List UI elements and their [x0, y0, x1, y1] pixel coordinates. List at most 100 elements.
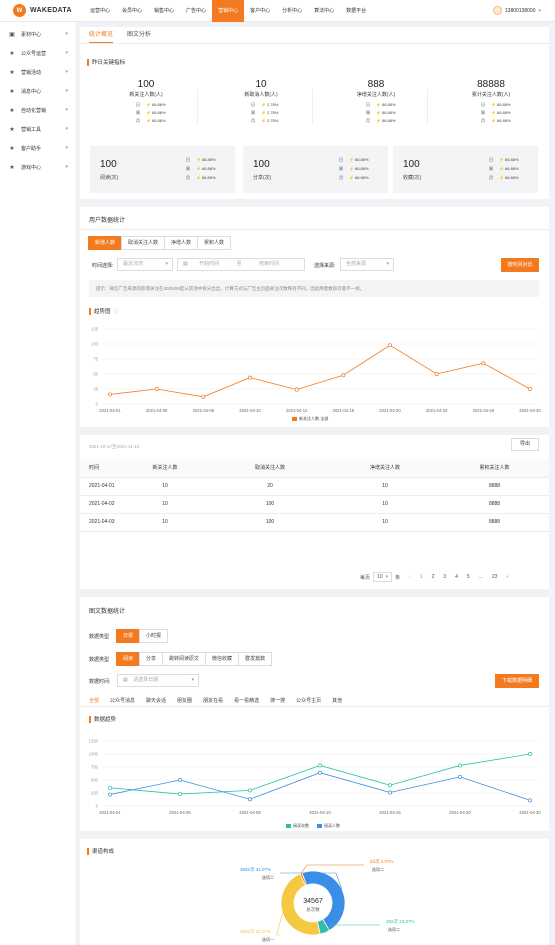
kpi-change-row: 日 ⚡ 66.88% — [366, 102, 396, 107]
tab-1[interactable]: 图文分析 — [127, 27, 151, 43]
source-label: 选择来源: — [314, 263, 336, 269]
nav-item-5[interactable]: 客户中心 — [244, 0, 276, 22]
sidebar-item-3[interactable]: ★ 消息中心 ▾ — [0, 82, 76, 101]
nav-item-0[interactable]: 运营中心 — [84, 0, 116, 22]
kpi-2: 888 净增关注人数(人) 日 ⚡ 66.88% 周 ⚡ 66.88% 月 ⚡ 66.88% — [326, 79, 426, 125]
export-button[interactable]: 导出 — [511, 438, 539, 451]
trend-arrow-icon: ⚡ — [376, 102, 381, 107]
table-cell: 10 — [120, 495, 210, 514]
chevron-down-icon: ▾ — [538, 7, 541, 14]
tab-bar: 统计概览 图文分析 — [80, 27, 549, 44]
data-point — [294, 387, 299, 392]
segment-option[interactable]: 微信收藏 — [205, 652, 240, 666]
star-icon: ★ — [9, 165, 15, 171]
x-tick-label: 2021-04-10 — [309, 810, 331, 815]
download-details-button[interactable]: 下载数据明细 — [495, 674, 539, 688]
avatar — [492, 6, 502, 15]
nav-item-7[interactable]: 算法中心 — [308, 0, 340, 22]
y-tick-label: 750 — [91, 765, 99, 770]
folder-icon: ▣ — [9, 32, 15, 38]
segment-option[interactable]: 跳转阅读原文 — [162, 652, 207, 666]
sidebar-item-0[interactable]: ▣ 素材中心 ▾ — [0, 25, 76, 44]
kpi-0: 100 新关注人数(人) 日 ⚡ 66.88% 周 ⚡ 66.88% 月 ⚡ 66.88% — [96, 79, 196, 125]
page-number[interactable]: 23 — [492, 574, 498, 580]
nav-item-1[interactable]: 会员中心 — [116, 0, 148, 22]
sidebar-item-4[interactable]: ★ 自动化营销 ▾ — [0, 101, 76, 120]
sidebar-item-7[interactable]: ★ 游戏中心 ▾ — [0, 158, 76, 177]
kpi-value: 888 — [367, 79, 385, 90]
x-tick-label: 2021-04-23 — [426, 408, 448, 413]
trend-arrow-icon: ⚡ — [196, 175, 201, 180]
page-number[interactable]: 1 — [420, 574, 423, 580]
segment-option[interactable]: 日报 — [116, 629, 141, 643]
table-cell: 10 — [120, 477, 210, 496]
x-tick-label: 2021-04-01 — [99, 810, 121, 815]
sidebar-item-1[interactable]: ★ 公众号运营 ▾ — [0, 44, 76, 63]
chevron-down-icon: ▾ — [65, 145, 68, 151]
trend-arrow-icon: ⚡ — [499, 157, 504, 162]
data-time-label: 数据时间: — [89, 679, 111, 685]
next-page-icon[interactable]: › — [506, 574, 508, 580]
segment-option[interactable]: 取消关注人数 — [121, 236, 166, 250]
sidebar-item-2[interactable]: ★ 营销活动 ▾ — [0, 63, 76, 82]
page-number[interactable]: 5 — [467, 574, 470, 580]
date-range-picker[interactable]: ▤ 开始时间 至 结束时间 — [177, 258, 305, 271]
table-cell: 2021-04-03 — [80, 513, 120, 532]
page-size-select[interactable]: 10 ▾ — [373, 572, 393, 582]
trend-arrow-icon: ⚡ — [196, 157, 201, 162]
segment-option[interactable]: 群发篇数 — [238, 652, 273, 666]
user-menu[interactable]: 13800138000 ▾ — [492, 6, 541, 15]
nav-item-3[interactable]: 广告中心 — [180, 0, 212, 22]
table-row: 2021-04-02 10 100 10 8888 — [80, 495, 549, 514]
metric-box-1: 100 分享(次) 日 ⚡ 66.88% 周 ⚡ 66.88% 月 ⚡ 66.88% — [243, 146, 388, 193]
nav-item-2[interactable]: 销售中心 — [148, 0, 180, 22]
source-select[interactable]: 全部来源 ▾ — [340, 258, 394, 271]
data-point — [248, 788, 252, 793]
trend-title: 趋势图 ⓘ — [89, 307, 119, 315]
kpi-label: 新关注人数(人) — [129, 92, 163, 98]
y-tick-label: 1250 — [89, 739, 99, 744]
data-point — [388, 790, 392, 795]
page-number[interactable]: 3 — [443, 574, 446, 580]
segment-option[interactable]: 阅读 — [116, 652, 141, 666]
kpi-change-row: 月 ⚡ 66.88% — [481, 118, 511, 123]
table-cell: 10 — [330, 477, 440, 496]
nav-item-4[interactable]: 营销中心 — [212, 0, 245, 22]
sidebar-item-5[interactable]: ★ 营销工具 ▾ — [0, 120, 76, 139]
segment-option[interactable]: 新增人数 — [88, 236, 123, 250]
x-tick-label: 2021-04-08 — [193, 408, 215, 413]
segment-option[interactable]: 净增人数 — [164, 236, 199, 250]
y-tick-label: 500 — [91, 778, 99, 783]
detail-table-card: 2021-10-17至2021-11-16 导出 时间 新关注人数 取消关注人数 净增… — [80, 435, 549, 589]
chevron-down-icon: ▾ — [65, 31, 68, 37]
detail-table: 时间 新关注人数 取消关注人数 净增关注人数 累积关注人数 2021-04-01 10 20… — [80, 459, 549, 532]
tab-0[interactable]: 统计概览 — [89, 27, 114, 43]
kpi-label: 累计关注人数(人) — [471, 92, 511, 98]
top-navbar: W WAKEDATA 运营中心 会员中心 销售中心 广告中心 营销中心 客户中心 分析中心算… — [0, 0, 555, 22]
callout-name: 选项二 — [372, 866, 384, 872]
compare-button[interactable]: 按时间对比 — [501, 258, 539, 272]
data-point — [318, 770, 322, 775]
prev-page-icon[interactable]: ‹ — [409, 574, 411, 580]
segment-option[interactable]: 小时报 — [139, 629, 169, 643]
page-number[interactable]: 2 — [432, 574, 435, 580]
x-tick-label: 2021-04-26 — [473, 408, 495, 413]
nav-item-6[interactable]: 分析中心 — [276, 0, 308, 22]
segment-option[interactable]: 分享 — [139, 652, 164, 666]
date-picker[interactable]: ▤ 请选择日期 ▾ — [117, 674, 199, 687]
data-point — [201, 394, 206, 399]
segment-option[interactable]: 累积人数 — [197, 236, 232, 250]
page-number[interactable]: ... — [479, 574, 483, 580]
data-point — [388, 343, 392, 348]
page-number[interactable]: 4 — [455, 574, 458, 580]
chevron-down-icon: ▾ — [65, 126, 68, 132]
time-range-select[interactable]: 最近30天 ▾ — [117, 258, 173, 271]
kpi-value: 100 — [137, 79, 155, 90]
callout-name: 选项二 — [388, 926, 400, 932]
nav-item-8[interactable]: 数据平台 — [340, 0, 372, 22]
table-row: 2021-04-03 10 100 10 8888 — [80, 513, 549, 532]
sidebar-item-6[interactable]: ★ 客户助手 ▾ — [0, 139, 76, 158]
user-stats-title: 用户数据统计 — [89, 218, 126, 224]
sidebar-item-label: 自动化营销 — [21, 108, 47, 114]
brand-logo[interactable]: W WAKEDATA — [0, 4, 80, 17]
